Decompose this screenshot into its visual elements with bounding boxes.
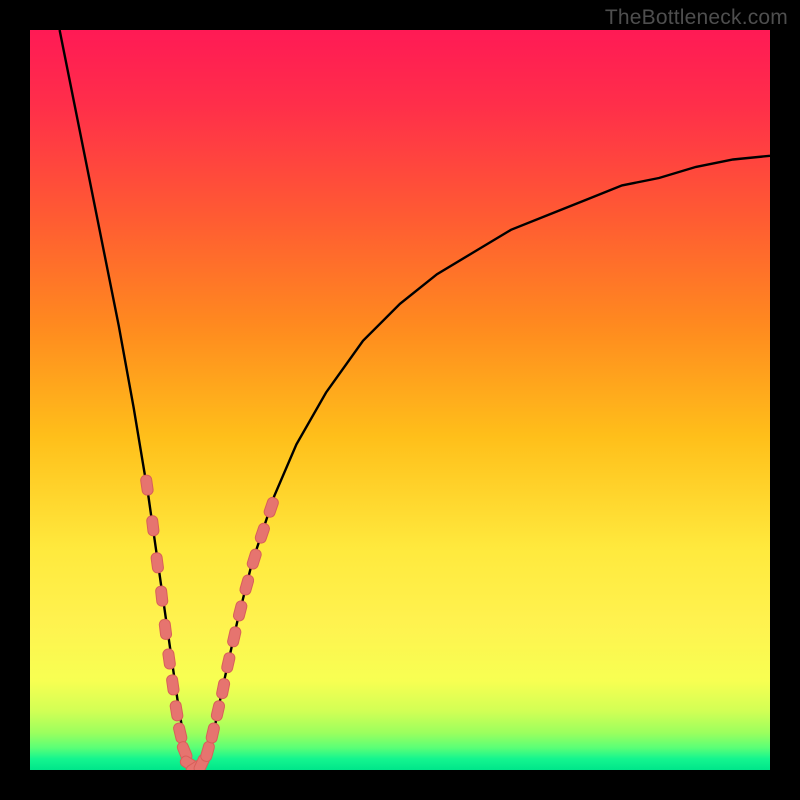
curve-marker: [173, 722, 188, 744]
curve-marker: [254, 522, 271, 544]
curve-marker: [169, 700, 183, 722]
curve-marker: [146, 515, 159, 536]
curve-marker: [216, 678, 231, 700]
curve-marker: [221, 652, 236, 674]
curve-marker: [246, 548, 262, 570]
curve-marker: [210, 700, 225, 722]
curve-marker: [140, 474, 154, 495]
curve-marker: [232, 600, 248, 622]
curve-marker: [162, 648, 176, 669]
marker-group: [140, 474, 280, 770]
curve-marker: [151, 552, 165, 573]
curve-marker: [263, 496, 280, 518]
curve-marker: [200, 740, 216, 762]
curve-marker: [227, 626, 242, 648]
plot-area: [30, 30, 770, 770]
curve-marker: [159, 619, 172, 640]
curve-marker: [239, 574, 255, 596]
watermark-text: TheBottleneck.com: [605, 6, 788, 30]
curve-marker: [205, 722, 220, 744]
curve-marker: [155, 586, 168, 607]
chart-frame: TheBottleneck.com: [0, 0, 800, 800]
curve-marker: [166, 674, 180, 695]
curve-layer: [30, 30, 770, 770]
